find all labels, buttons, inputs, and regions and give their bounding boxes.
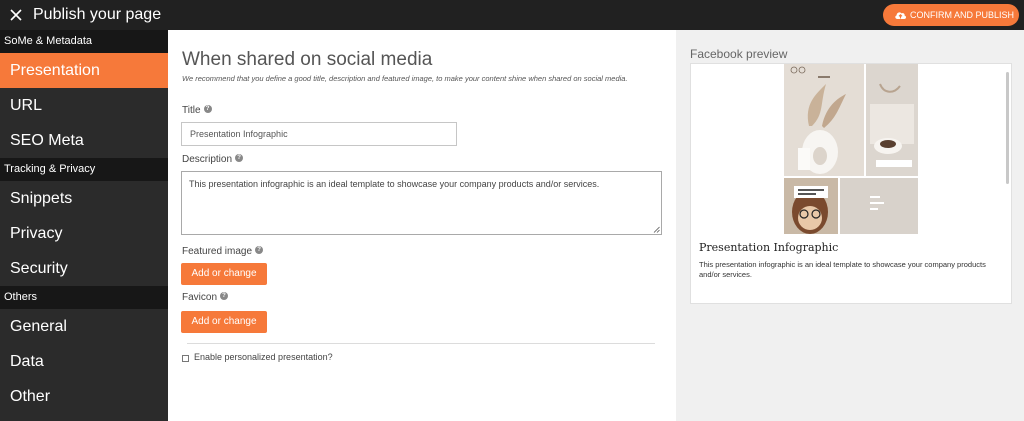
description-text: This presentation infographic is an idea… (189, 179, 600, 189)
featured-image-add-button[interactable]: Add or change (181, 263, 267, 285)
sidebar-item-snippets[interactable]: Snippets (0, 181, 168, 216)
sidebar-section-some-metadata: SoMe & Metadata (0, 30, 168, 53)
section-heading: When shared on social media (182, 49, 433, 70)
featured-image-label-text: Featured image (182, 246, 253, 257)
top-bar: Publish your page CONFIRM AND PUBLISH (0, 0, 1024, 30)
preview-panel: Facebook preview Presentation Infographi… (676, 30, 1024, 421)
confirm-and-publish-button[interactable]: CONFIRM AND PUBLISH (883, 4, 1019, 26)
sidebar-item-other[interactable]: Other (0, 379, 168, 414)
help-icon[interactable]: ? (235, 154, 244, 162)
personalized-checkbox-label[interactable]: Enable personalized presentation? (194, 352, 333, 362)
close-icon[interactable] (8, 7, 24, 23)
sidebar-item-general[interactable]: General (0, 309, 168, 344)
title-label-text: Title (182, 105, 201, 116)
scrollbar[interactable] (1006, 72, 1009, 184)
sidebar-item-seo-meta[interactable]: SEO Meta (0, 123, 168, 158)
page-title: Publish your page (33, 6, 162, 23)
personalized-checkbox[interactable] (182, 355, 189, 362)
description-label-text: Description (182, 154, 233, 165)
sidebar-item-presentation[interactable]: Presentation (0, 53, 168, 88)
title-label: Title? (182, 105, 212, 116)
featured-image-label: Featured image? (182, 246, 264, 257)
main-panel: When shared on social media We recommend… (168, 30, 676, 421)
help-icon[interactable]: ? (220, 292, 229, 300)
sidebar-item-data[interactable]: Data (0, 344, 168, 379)
description-label: Description? (182, 154, 244, 165)
preview-card-title: Presentation Infographic (699, 241, 839, 254)
resize-grip-icon[interactable] (653, 226, 660, 233)
cloud-upload-icon (895, 12, 907, 19)
confirm-and-publish-label: CONFIRM AND PUBLISH (910, 10, 1015, 20)
sidebar-section-others: Others (0, 286, 168, 309)
sidebar-item-url[interactable]: URL (0, 88, 168, 123)
description-textarea[interactable]: This presentation infographic is an idea… (181, 171, 662, 235)
favicon-label: Favicon? (182, 292, 229, 303)
sidebar-item-privacy[interactable]: Privacy (0, 216, 168, 251)
sidebar-item-security[interactable]: Security (0, 251, 168, 286)
favicon-label-text: Favicon (182, 292, 218, 303)
title-input[interactable]: Presentation Infographic (181, 122, 457, 146)
featured-image-preview (784, 64, 918, 234)
section-hint: We recommend that you define a good titl… (182, 74, 628, 83)
sidebar-section-tracking-privacy: Tracking & Privacy (0, 158, 168, 181)
help-icon[interactable]: ? (203, 105, 212, 113)
facebook-preview-card: Presentation Infographic This presentati… (690, 63, 1012, 304)
sidebar: SoMe & Metadata Presentation URL SEO Met… (0, 30, 168, 421)
preview-card-description: This presentation infographic is an idea… (699, 260, 986, 279)
favicon-add-button[interactable]: Add or change (181, 311, 267, 333)
help-icon[interactable]: ? (255, 246, 264, 254)
facebook-preview-label: Facebook preview (690, 47, 788, 61)
divider (187, 343, 655, 344)
